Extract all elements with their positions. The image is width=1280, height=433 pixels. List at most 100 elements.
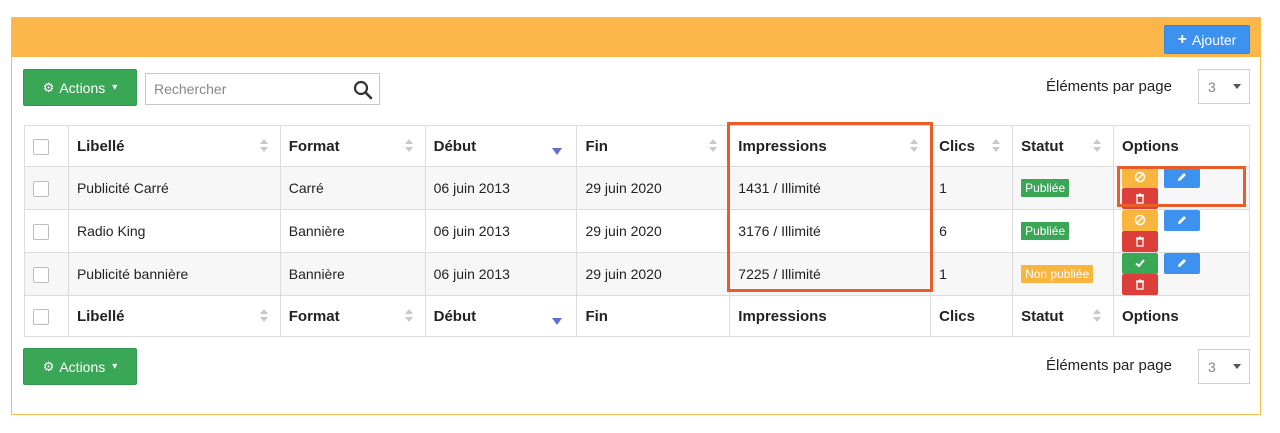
col-impressions[interactable]: Impressions — [729, 295, 932, 337]
table-row: Publicité Carré Carré 06 juin 2013 29 ju… — [24, 166, 1250, 210]
select-all-checkbox[interactable] — [33, 138, 49, 155]
row-checkbox[interactable] — [33, 223, 49, 240]
cell-debut: 06 juin 2013 — [424, 209, 578, 253]
col-debut[interactable]: Début — [424, 125, 578, 167]
delete-button[interactable] — [1122, 274, 1159, 295]
row-checkbox[interactable] — [33, 180, 49, 197]
sort-icon — [404, 139, 413, 155]
col-clics[interactable]: Clics — [930, 295, 1014, 337]
cell-debut: 06 juin 2013 — [424, 252, 578, 296]
col-fin-label: Fin — [585, 307, 608, 325]
sort-icon — [404, 309, 413, 325]
cell-fin: 29 juin 2020 — [576, 209, 731, 253]
per-page-label-bottom: Éléments par page — [1046, 357, 1172, 374]
col-fin[interactable]: Fin — [576, 295, 731, 337]
col-impressions-label: Impressions — [738, 307, 827, 325]
select-all-cell — [24, 295, 69, 337]
status-badge: Publiée — [1021, 179, 1070, 197]
search-input[interactable] — [146, 74, 346, 104]
per-page-select-bottom[interactable]: 3 — [1198, 349, 1250, 384]
col-clics[interactable]: Clics — [930, 125, 1014, 167]
table-row: Radio King Bannière 06 juin 2013 29 juin… — [24, 209, 1250, 253]
col-options-label: Options — [1122, 137, 1179, 155]
panel-header: + Ajouter — [12, 18, 1260, 57]
col-libelle-label: Libellé — [76, 137, 125, 155]
cell-format: Bannière — [279, 209, 426, 253]
ban-icon — [1134, 171, 1146, 183]
status-badge: Non publiée — [1021, 265, 1094, 283]
cell-impressions: 3176 / Illimité — [729, 209, 932, 253]
delete-button[interactable] — [1122, 231, 1159, 252]
caret-down-icon — [1233, 84, 1241, 89]
col-debut[interactable]: Début — [424, 295, 578, 337]
col-statut-label: Statut — [1021, 137, 1064, 155]
chevron-down-icon: ▾ — [112, 82, 118, 93]
col-format[interactable]: Format — [279, 125, 426, 167]
cell-statut: Non publiée — [1012, 252, 1115, 296]
actions-dropdown-top[interactable]: ⚙ Actions ▾ — [23, 69, 137, 106]
col-options: Options — [1113, 295, 1250, 337]
unpublish-button[interactable] — [1122, 210, 1159, 231]
sort-icon — [910, 139, 919, 155]
actions-dropdown-bottom[interactable]: ⚙ Actions ▾ — [23, 348, 137, 385]
sort-icon — [259, 309, 268, 325]
per-page-value: 3 — [1208, 78, 1216, 95]
edit-button[interactable] — [1163, 210, 1200, 231]
cell-fin: 29 juin 2020 — [576, 252, 731, 296]
cell-libelle: Publicité bannière — [67, 252, 281, 296]
pencil-icon — [1177, 259, 1186, 267]
cell-impressions: 1431 / Illimité — [729, 166, 932, 210]
unpublish-button[interactable] — [1122, 167, 1159, 188]
per-page-label-top: Éléments par page — [1046, 78, 1172, 95]
col-statut[interactable]: Statut — [1012, 295, 1115, 337]
col-libelle[interactable]: Libellé — [67, 295, 281, 337]
ads-table: Libellé Format Début Fin Impressions Cli… — [24, 125, 1250, 337]
pencil-icon — [1177, 216, 1186, 224]
add-button-label: Ajouter — [1191, 31, 1237, 48]
plus-icon: + — [1177, 30, 1187, 48]
add-button[interactable]: + Ajouter — [1164, 25, 1250, 54]
col-libelle-label: Libellé — [76, 307, 125, 325]
col-fin[interactable]: Fin — [576, 125, 731, 167]
col-options: Options — [1113, 125, 1250, 167]
col-statut[interactable]: Statut — [1012, 125, 1115, 167]
cell-libelle: Radio King — [67, 209, 281, 253]
cell-statut: Publiée — [1012, 166, 1115, 210]
row-checkbox[interactable] — [33, 266, 49, 283]
cell-clics: 1 — [930, 166, 1014, 210]
cell-options — [1113, 252, 1250, 296]
cell-options — [1113, 209, 1250, 253]
search-icon[interactable] — [353, 80, 373, 100]
col-impressions[interactable]: Impressions — [729, 125, 932, 167]
col-libelle[interactable]: Libellé — [67, 125, 281, 167]
cell-options — [1113, 166, 1250, 210]
sort-icon — [992, 139, 1001, 155]
sort-desc-icon — [552, 148, 563, 155]
sort-icon — [259, 139, 268, 155]
col-format[interactable]: Format — [279, 295, 426, 337]
caret-down-icon — [1233, 364, 1241, 369]
col-options-label: Options — [1122, 307, 1179, 325]
cell-fin: 29 juin 2020 — [576, 166, 731, 210]
edit-button[interactable] — [1163, 167, 1200, 188]
actions-label: Actions — [59, 358, 106, 375]
delete-button[interactable] — [1122, 188, 1159, 209]
col-impressions-label: Impressions — [738, 137, 827, 155]
trash-icon — [1136, 236, 1145, 247]
actions-label: Actions — [59, 79, 106, 96]
edit-button[interactable] — [1163, 253, 1200, 274]
cell-format: Carré — [279, 166, 426, 210]
check-icon — [1135, 259, 1145, 268]
row-select-cell — [24, 209, 69, 253]
cell-libelle: Publicité Carré — [67, 166, 281, 210]
chevron-down-icon: ▾ — [112, 361, 118, 372]
select-all-cell — [24, 125, 69, 167]
per-page-select-top[interactable]: 3 — [1198, 69, 1250, 104]
select-all-checkbox[interactable] — [33, 308, 49, 325]
pencil-icon — [1177, 173, 1186, 181]
cell-clics: 6 — [930, 209, 1014, 253]
ads-panel: + Ajouter ⚙ Actions ▾ Éléments par page … — [11, 17, 1261, 415]
publish-button[interactable] — [1122, 253, 1159, 274]
col-fin-label: Fin — [585, 137, 608, 155]
col-format-label: Format — [288, 137, 340, 155]
